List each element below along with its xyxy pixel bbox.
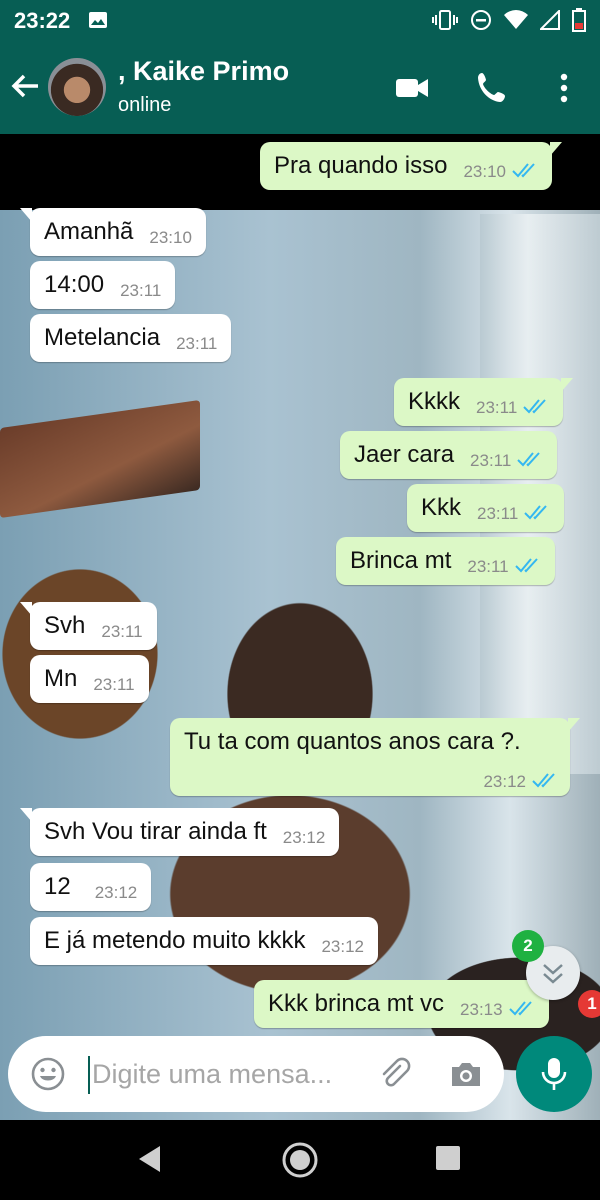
message-in[interactable]: Svh 23:11 (20, 602, 157, 650)
message-text: Brinca mt (350, 547, 452, 574)
message-out[interactable]: Jaer cara 23:11 (340, 431, 558, 479)
message-time: 23:11 (470, 451, 512, 470)
read-ticks-icon (523, 398, 547, 414)
read-ticks-icon (517, 451, 541, 467)
mention-badge: 1 (578, 990, 600, 1018)
message-text: Jaer cara (354, 441, 455, 468)
message-in[interactable]: Amanhã 23:10 (20, 208, 206, 256)
wallpaper-wall (0, 399, 200, 519)
message-time: 23:13 (460, 1000, 503, 1019)
read-ticks-icon (512, 162, 535, 178)
nav-recents-icon[interactable] (434, 1144, 462, 1172)
attach-icon[interactable] (376, 1056, 412, 1092)
message-time: 23:10 (149, 228, 192, 247)
text-caret (88, 1056, 90, 1094)
message-text: Mn (44, 665, 78, 692)
status-time: 23:22 (14, 8, 71, 33)
video-call-icon[interactable] (394, 70, 430, 106)
message-text: Svh Vou tirar ainda ft (44, 818, 267, 845)
unread-count-badge: 2 (512, 930, 544, 962)
microphone-icon (541, 1058, 567, 1090)
more-options-icon[interactable] (546, 70, 582, 106)
read-ticks-icon (532, 772, 555, 788)
system-navigation-bar (0, 1120, 600, 1200)
message-in[interactable]: Svh Vou tirar ainda ft 23:12 (19, 808, 340, 856)
message-in[interactable]: E já metendo muito kkkk 23:12 (30, 917, 378, 965)
message-text: Kkk (421, 494, 462, 521)
status-bar: 23:22 (0, 0, 600, 40)
message-time: 23:10 (463, 162, 506, 181)
message-text: Pra quando isso (274, 152, 448, 179)
message-time: 23:12 (282, 828, 326, 847)
battery-icon (572, 8, 586, 32)
nav-home-icon[interactable] (280, 1140, 320, 1180)
chat-header: , Kaike Primo online (0, 40, 600, 134)
message-text: E já metendo muito kkkk (44, 927, 306, 954)
chat-area[interactable]: Pra quando isso 23:10 Amanhã 23:10 14:00 23… (0, 134, 600, 1120)
contact-avatar[interactable] (48, 58, 106, 116)
message-text: Kkk brinca mt vc (268, 990, 445, 1017)
message-in[interactable]: Mn 23:11 (30, 655, 149, 703)
do-not-disturb-icon (471, 10, 491, 30)
message-text: Metelancia (44, 324, 161, 351)
message-composer (8, 1036, 504, 1112)
contact-status: online (118, 94, 172, 116)
message-text: 12 (44, 873, 71, 900)
read-ticks-icon (514, 557, 538, 573)
camera-icon[interactable] (448, 1056, 484, 1092)
message-text: Svh (44, 612, 86, 639)
message-in[interactable]: 14:00 23:11 (30, 261, 176, 309)
message-out[interactable]: Pra quando isso 23:10 (260, 142, 562, 190)
message-time: 23:11 (120, 281, 162, 300)
message-time: 23:11 (176, 334, 218, 353)
vibrate-icon (432, 10, 458, 30)
message-time: 23:11 (467, 557, 509, 576)
signal-icon (540, 10, 560, 30)
read-ticks-icon (524, 504, 548, 520)
wifi-icon (504, 10, 528, 29)
message-out[interactable]: Brinca mt 23:11 (336, 537, 555, 585)
read-ticks-icon (508, 1000, 532, 1016)
message-in[interactable]: 12 23:12 (30, 863, 152, 911)
back-arrow-icon[interactable] (10, 70, 42, 102)
message-text: Amanhã (44, 218, 134, 245)
voice-message-button[interactable] (516, 1036, 592, 1112)
nav-back-icon[interactable] (136, 1144, 164, 1174)
message-in[interactable]: Metelancia 23:11 (30, 314, 232, 362)
emoji-icon[interactable] (30, 1056, 66, 1092)
message-time: 23:12 (94, 883, 138, 902)
message-text: Kkkk (408, 388, 461, 415)
message-out[interactable]: Kkk brinca mt vc 23:13 (254, 980, 559, 1028)
message-out[interactable]: Kkk 23:11 (407, 484, 565, 532)
message-time: 23:11 (93, 675, 135, 694)
message-time: 23:12 (321, 937, 364, 956)
message-text: 14:00 (44, 271, 105, 298)
image-icon (89, 12, 107, 28)
message-text: Tu ta com quantos anos cara ?. (184, 728, 521, 755)
message-time: 23:11 (476, 398, 518, 417)
message-time: 23:11 (477, 504, 519, 523)
message-out[interactable]: Tu ta com quantos anos cara ?. 23:12 (170, 718, 580, 796)
message-time: 23:12 (483, 772, 526, 791)
message-input[interactable] (92, 1052, 362, 1096)
message-time: 23:11 (101, 622, 143, 641)
contact-name[interactable]: , Kaike Primo (118, 56, 289, 87)
call-icon[interactable] (474, 70, 510, 106)
message-out[interactable]: Kkkk 23:11 (394, 378, 574, 426)
